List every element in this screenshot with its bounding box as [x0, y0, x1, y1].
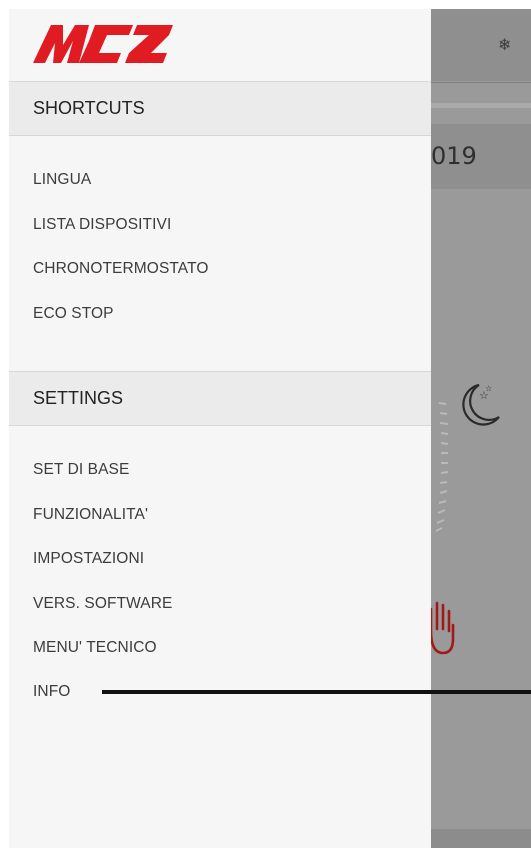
menu-item-eco-stop[interactable]: ECO STOP — [33, 305, 114, 323]
menu-item-info[interactable]: INFO — [33, 683, 70, 701]
svg-text:☆: ☆ — [485, 384, 492, 393]
menu-item-chronotermostato[interactable]: CHRONOTERMOSTATO — [33, 260, 209, 278]
shortcuts-header: SHORTCUTS — [9, 81, 431, 136]
background-app[interactable]: ❄ 019 ☆ ☆ — [431, 9, 531, 848]
hand-stop-icon[interactable] — [431, 595, 459, 659]
navigation-drawer: SHORTCUTS LINGUA LISTA DISPOSITIVI CHRON… — [9, 9, 431, 848]
snowflake-icon[interactable]: ❄ — [498, 35, 511, 54]
background-divider — [431, 82, 531, 83]
background-top-bar — [431, 9, 531, 81]
background-divider — [431, 103, 531, 108]
menu-item-vers-software[interactable]: VERS. SOFTWARE — [33, 595, 172, 613]
menu-item-menu-tecnico[interactable]: MENU' TECNICO — [33, 639, 157, 657]
background-bottom-bar — [431, 829, 531, 848]
moon-stars-icon[interactable]: ☆ ☆ — [457, 377, 501, 437]
mcz-logo — [33, 25, 173, 63]
menu-item-funzionalita[interactable]: FUNZIONALITA' — [33, 506, 148, 524]
background-date-text: 019 — [431, 142, 477, 170]
menu-item-set-di-base[interactable]: SET DI BASE — [33, 461, 129, 479]
menu-item-lingua[interactable]: LINGUA — [33, 171, 91, 189]
settings-header: SETTINGS — [9, 371, 431, 426]
menu-item-impostazioni[interactable]: IMPOSTAZIONI — [33, 550, 144, 568]
annotation-pointer-line — [102, 690, 531, 694]
menu-item-lista-dispositivi[interactable]: LISTA DISPOSITIVI — [33, 216, 171, 234]
